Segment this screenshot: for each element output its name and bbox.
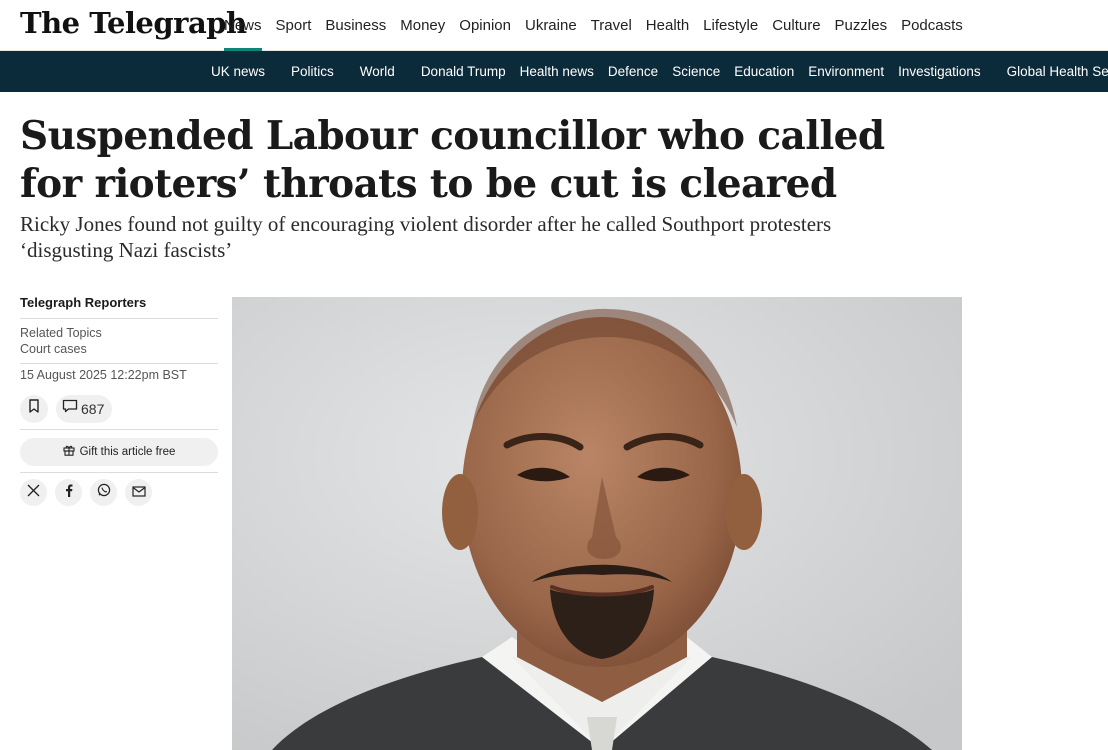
comment-icon bbox=[62, 399, 78, 418]
article-meta-sidebar: Telegraph Reporters Related Topics Court… bbox=[20, 295, 218, 506]
subnav-investigations[interactable]: Investigations bbox=[891, 51, 988, 92]
subnav-politics[interactable]: Politics bbox=[284, 51, 341, 92]
nav-podcasts[interactable]: Podcasts bbox=[894, 0, 970, 51]
bookmark-button[interactable] bbox=[20, 394, 48, 423]
article-actions: 687 bbox=[20, 392, 218, 430]
nav-opinion[interactable]: Opinion bbox=[452, 0, 518, 51]
related-topics: Related Topics Court cases bbox=[20, 319, 218, 364]
comment-count: 687 bbox=[81, 400, 105, 417]
subnav-defence[interactable]: Defence bbox=[601, 51, 665, 92]
subnav-environment[interactable]: Environment bbox=[801, 51, 891, 92]
nav-puzzles[interactable]: Puzzles bbox=[828, 0, 895, 51]
article-standfirst: Ricky Jones found not guilty of encourag… bbox=[20, 212, 832, 262]
subnav-global-health-security[interactable]: Global Health Security bbox=[1000, 51, 1108, 92]
section-subnav: UK news Politics World Donald Trump Heal… bbox=[0, 51, 1108, 92]
publish-date: 15 August 2025 12:22pm BST bbox=[20, 368, 187, 382]
main-nav: News Sport Business Money Opinion Ukrain… bbox=[217, 0, 970, 51]
whatsapp-icon bbox=[97, 483, 111, 502]
nav-culture[interactable]: Culture bbox=[765, 0, 827, 51]
subnav-health-news[interactable]: Health news bbox=[513, 51, 601, 92]
share-whatsapp-button[interactable] bbox=[90, 479, 117, 506]
share-x-button[interactable] bbox=[20, 479, 47, 506]
topic-court-cases[interactable]: Court cases bbox=[20, 341, 218, 357]
subnav-science[interactable]: Science bbox=[665, 51, 727, 92]
related-topics-label: Related Topics bbox=[20, 326, 102, 340]
gift-article-button[interactable]: Gift this article free bbox=[20, 438, 218, 466]
article-lead-image bbox=[232, 297, 962, 750]
nav-sport[interactable]: Sport bbox=[269, 0, 319, 51]
author-name[interactable]: Telegraph Reporters bbox=[20, 295, 218, 319]
share-buttons bbox=[20, 473, 218, 506]
facebook-icon bbox=[65, 484, 73, 502]
article-headline: Suspended Labour councillor who called f… bbox=[20, 113, 885, 207]
telegraph-logo[interactable]: The Telegraph bbox=[20, 6, 247, 40]
nav-business[interactable]: Business bbox=[318, 0, 393, 51]
nav-travel[interactable]: Travel bbox=[584, 0, 639, 51]
subnav-education[interactable]: Education bbox=[727, 51, 801, 92]
gift-icon bbox=[63, 443, 75, 461]
nav-health[interactable]: Health bbox=[639, 0, 696, 51]
gift-article-label: Gift this article free bbox=[79, 446, 176, 458]
x-icon bbox=[27, 484, 40, 502]
email-icon bbox=[131, 484, 146, 502]
subnav-uk-news[interactable]: UK news bbox=[204, 51, 272, 92]
subnav-donald-trump[interactable]: Donald Trump bbox=[414, 51, 513, 92]
share-email-button[interactable] bbox=[125, 479, 152, 506]
nav-news[interactable]: News bbox=[217, 0, 269, 51]
top-navigation: The Telegraph News Sport Business Money … bbox=[0, 0, 1108, 51]
nav-ukraine[interactable]: Ukraine bbox=[518, 0, 584, 51]
subnav-world[interactable]: World bbox=[353, 51, 402, 92]
nav-money[interactable]: Money bbox=[393, 0, 452, 51]
bookmark-icon bbox=[28, 399, 40, 418]
share-facebook-button[interactable] bbox=[55, 479, 82, 506]
comments-button[interactable]: 687 bbox=[56, 394, 113, 423]
nav-lifestyle[interactable]: Lifestyle bbox=[696, 0, 765, 51]
